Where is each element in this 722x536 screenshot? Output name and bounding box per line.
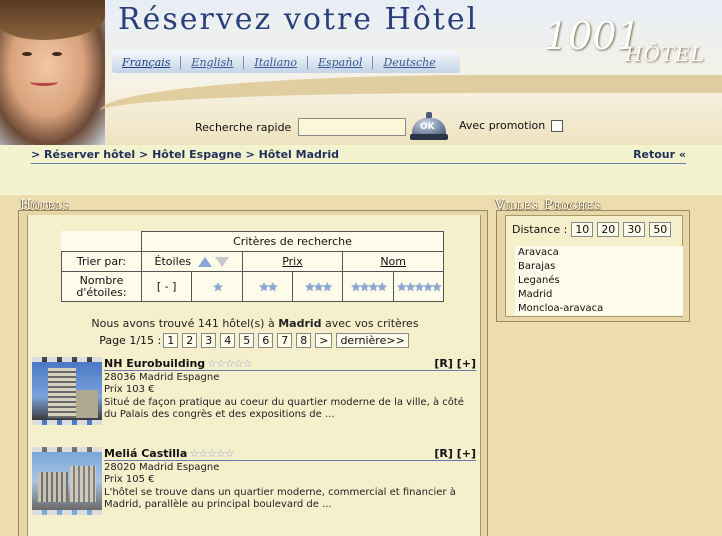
page-6[interactable]: 6 [258, 333, 274, 348]
star-icon: ★★★★★ [396, 279, 442, 294]
sort-down-arrow-icon[interactable] [215, 257, 230, 267]
header: Réservez votre Hôtel Français English It… [0, 0, 722, 145]
site-title: Réservez votre Hôtel [118, 2, 479, 37]
stars-filter-2[interactable]: ★★ [241, 271, 293, 302]
promo-option: Avec promotion [459, 119, 564, 132]
lang-english[interactable]: English [181, 55, 245, 69]
ok-label: OK [420, 122, 435, 132]
stars-filter-5[interactable]: ★★★★★ [392, 271, 445, 302]
pagination: Page 1/15 : 1 2 3 4 5 6 7 8 > dernière>> [28, 333, 482, 348]
page-5[interactable]: 5 [239, 333, 255, 348]
lang-espanol[interactable]: Español [308, 55, 374, 69]
hotel-item: Meliá Castilla ☆☆☆☆☆ [R] [+] 28020 Madri… [32, 447, 478, 527]
city-link[interactable]: Madrid [518, 288, 683, 302]
city-link[interactable]: Barajas [518, 260, 683, 274]
hotel-actions[interactable]: [R] [+] [434, 357, 476, 370]
sort-label: Trier par: [61, 251, 142, 272]
distance-50[interactable]: 50 [649, 222, 672, 237]
language-bar: Français English Italiano Español Deutsc… [112, 51, 460, 73]
hotel-price: Prix 103 € [104, 384, 155, 395]
sort-etoiles-label: Étoiles [154, 255, 192, 268]
quick-search-label: Recherche rapide [195, 120, 292, 134]
distance-10[interactable]: 10 [571, 222, 594, 237]
hotel-address: 28020 Madrid Espagne [104, 462, 220, 473]
ok-bell-button[interactable]: OK [410, 110, 448, 142]
distance-20[interactable]: 20 [597, 222, 620, 237]
page-label: Page 1/15 : [99, 334, 162, 347]
sort-nom-link[interactable]: Nom [380, 255, 406, 268]
star-icon: ★★★★ [350, 279, 387, 294]
distance-filter: Distance : 10 20 30 50 [512, 222, 672, 237]
lang-italiano[interactable]: Italiano [244, 55, 308, 69]
lang-francais[interactable]: Français [112, 55, 182, 69]
hotels-panel-inner: Critères de recherche Trier par: Étoiles… [27, 215, 481, 536]
hotel-name-row: NH Eurobuilding ☆☆☆☆☆ [R] [+] [104, 357, 476, 371]
hotel-description: Situé de façon pratique au coeur du quar… [104, 397, 464, 420]
hotel-photo[interactable] [32, 447, 102, 515]
city-link[interactable]: Aravaca [518, 246, 683, 260]
promo-checkbox[interactable] [551, 119, 564, 132]
stars-filter-any[interactable]: [ - ] [140, 271, 193, 302]
city-link[interactable]: Leganés [518, 274, 683, 288]
criteria-table: Critères de recherche Trier par: Étoiles… [61, 231, 445, 302]
hotel-name-row: Meliá Castilla ☆☆☆☆☆ [R] [+] [104, 447, 476, 461]
hotel-name-link[interactable]: Meliá Castilla [104, 447, 187, 460]
hotel-photo[interactable] [32, 357, 102, 425]
nearby-cities-list: Aravaca Barajas Leganés Madrid Moncloa-a… [515, 246, 683, 316]
promo-label: Avec promotion [459, 119, 546, 132]
breadcrumb-madrid[interactable]: > Hôtel Madrid [246, 148, 339, 161]
results-summary: Nous avons trouvé 141 hôtel(s) à Madrid … [91, 317, 419, 330]
page-3[interactable]: 3 [201, 333, 217, 348]
site-logo[interactable]: 1001 HÔTEL [530, 8, 722, 78]
sort-nom-cell: Nom [342, 251, 444, 272]
breadcrumb-reserver[interactable]: > Réserver hôtel [31, 148, 135, 161]
hotel-actions[interactable]: [R] [+] [434, 447, 476, 460]
distance-label: Distance : [512, 223, 568, 236]
logo-word: HÔTEL [625, 42, 706, 66]
hotel-description: L'hôtel se trouve dans un quartier moder… [104, 487, 456, 510]
stars-filter-4[interactable]: ★★★★ [342, 271, 394, 302]
page-2[interactable]: 2 [182, 333, 198, 348]
page-last[interactable]: dernière>> [336, 333, 409, 348]
page-8[interactable]: 8 [296, 333, 312, 348]
back-link[interactable]: Retour « [633, 148, 686, 161]
breadcrumb-area: > Réserver hôtel > Hôtel Espagne > Hôtel… [0, 145, 722, 195]
results-city: Madrid [278, 317, 322, 330]
criteria-header: Critères de recherche [141, 231, 444, 252]
page-next[interactable]: > [315, 333, 333, 348]
woman-portrait [0, 0, 105, 145]
stars-filter-label: Nombre d'étoiles: [61, 271, 142, 302]
sort-etoiles-cell: Étoiles [141, 251, 243, 272]
sort-up-arrow-icon[interactable] [197, 257, 212, 267]
hotel-stars-icon: ☆☆☆☆☆ [207, 357, 252, 370]
page-1[interactable]: 1 [163, 333, 179, 348]
breadcrumb: > Réserver hôtel > Hôtel Espagne > Hôtel… [31, 148, 686, 164]
stars-filter-1[interactable]: ★ [191, 271, 243, 302]
star-icon: ★ [212, 279, 224, 294]
lang-deutsche[interactable]: Deutsche [373, 56, 445, 69]
hotel-address: 28036 Madrid Espagne [104, 372, 220, 383]
villes-panel: Distance : 10 20 30 50 Aravaca Barajas L… [496, 210, 690, 322]
quick-search: Recherche rapide [195, 118, 407, 136]
sort-prix-link[interactable]: Prix [282, 255, 303, 268]
distance-30[interactable]: 30 [623, 222, 646, 237]
hotel-price: Prix 105 € [104, 474, 155, 485]
star-icon: ★★★ [304, 279, 333, 294]
page-4[interactable]: 4 [220, 333, 236, 348]
hotels-panel: Critères de recherche Trier par: Étoiles… [18, 210, 488, 536]
star-icon: ★★ [258, 279, 278, 294]
hotel-stars-icon: ☆☆☆☆☆ [189, 447, 234, 460]
hotel-item: NH Eurobuilding ☆☆☆☆☆ [R] [+] 28036 Madr… [32, 357, 478, 437]
sort-prix-cell: Prix [241, 251, 344, 272]
hotel-name-link[interactable]: NH Eurobuilding [104, 357, 205, 370]
page-7[interactable]: 7 [277, 333, 293, 348]
quick-search-input[interactable] [298, 118, 407, 136]
city-link[interactable]: Moncloa-aravaca [518, 302, 683, 316]
breadcrumb-espagne[interactable]: > Hôtel Espagne [139, 148, 242, 161]
villes-panel-inner: Distance : 10 20 30 50 Aravaca Barajas L… [505, 215, 683, 317]
stars-filter-3[interactable]: ★★★ [291, 271, 344, 302]
